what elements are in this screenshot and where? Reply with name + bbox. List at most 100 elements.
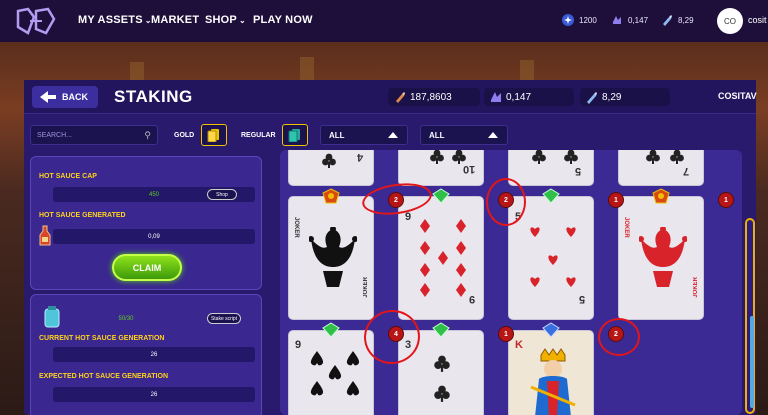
current-generation-bar: 26	[53, 347, 255, 362]
expected-generation-bar: 26	[53, 387, 255, 402]
nav-my-assets[interactable]: MY ASSETS ⌄	[78, 14, 152, 26]
header-username[interactable]: COSITAV	[718, 91, 757, 101]
card-tile-diamond[interactable]: 9 9	[398, 196, 484, 320]
card-tile[interactable]: 10	[398, 150, 484, 186]
header-stat-hot-sauce-bottle: 187,8603	[388, 88, 480, 106]
card-rank: 9	[295, 339, 302, 351]
annotation-circle	[598, 318, 640, 356]
stake-progress: 50/30	[118, 315, 134, 322]
back-button[interactable]: BACK	[32, 86, 98, 108]
card-rank: K	[515, 339, 523, 351]
heart-suit-icon	[530, 227, 576, 287]
card-rank: 9	[469, 293, 476, 305]
king-figure-icon	[530, 348, 576, 415]
card-tile[interactable]: 4	[288, 150, 374, 186]
crystal-icon	[491, 92, 501, 102]
spade-suit-icon	[310, 351, 360, 396]
shop-button[interactable]: Shop	[207, 189, 237, 200]
jester-hat-icon	[639, 227, 687, 287]
staked-cards-grid: 4 10 5 7 JOKER JOKER 9 9 5 5 JOKER JOKER…	[280, 150, 742, 415]
nav-stat-crystal: 0,147	[611, 14, 648, 26]
header-stat-hot-sauce: 8,29	[580, 88, 670, 106]
green-gem-icon	[542, 188, 560, 204]
card-tile-spade[interactable]: 9	[288, 330, 374, 415]
hot-sauce-icon	[587, 92, 597, 104]
brand-logo-icon[interactable]	[14, 7, 58, 35]
crest-gem-icon	[652, 188, 670, 204]
filter-select-2[interactable]: ALL	[420, 125, 508, 145]
crest-gem-icon	[322, 188, 340, 204]
hot-sauce-generated-label: HOT SAUCE GENERATED	[39, 212, 126, 219]
jester-hat-icon	[309, 227, 357, 287]
club-suit-icon	[434, 385, 450, 402]
nav-play-now[interactable]: PLAY NOW	[253, 14, 313, 26]
stake-script-icon	[44, 306, 60, 328]
nav-shop[interactable]: SHOP ⌄	[205, 14, 246, 26]
staking-panel: BACK STAKING 187,8603 0,147 8,29 COSITAV…	[24, 80, 757, 415]
filter-select-1[interactable]: ALL	[320, 125, 408, 145]
gold-filter-label: GOLD	[174, 132, 195, 139]
club-suit-icon	[430, 150, 444, 164]
nav-stat-tokens: 1200	[562, 14, 597, 26]
cards-scrollbar[interactable]	[744, 218, 756, 414]
hot-sauce-bottle-icon	[39, 225, 51, 246]
regular-filter-toggle[interactable]	[282, 124, 308, 146]
stake-script-button[interactable]: Stake script	[207, 313, 241, 324]
level-badge: 1	[718, 192, 734, 208]
level-badge: 1	[608, 192, 624, 208]
card-tile-king[interactable]: K	[508, 330, 594, 415]
club-suit-icon	[646, 150, 660, 164]
club-suit-icon	[434, 355, 450, 372]
card-rank: 5	[579, 293, 586, 305]
green-gem-icon	[432, 322, 450, 338]
page-title: STAKING	[114, 87, 193, 106]
hot-sauce-cap-label: HOT SAUCE CAP	[39, 173, 97, 180]
green-gem-icon	[322, 322, 340, 338]
gold-cards-icon	[207, 129, 219, 142]
nav-stat-hot-sauce: 8,29	[661, 14, 694, 26]
club-suit-icon	[670, 150, 684, 164]
claim-button[interactable]: CLAIM	[112, 254, 182, 281]
star-token-icon	[562, 14, 574, 26]
regular-cards-icon	[288, 129, 300, 142]
caret-up-icon	[388, 132, 398, 138]
panel-header: BACK STAKING 187,8603 0,147 8,29 COSITAV	[24, 80, 757, 114]
hot-sauce-icon	[663, 15, 672, 26]
club-suit-icon	[322, 153, 336, 168]
card-tile-joker-red[interactable]: JOKER JOKER	[618, 196, 704, 320]
chevron-down-icon: ⌄	[238, 16, 246, 25]
username[interactable]: cosit	[748, 15, 767, 25]
diamond-suit-icon	[420, 219, 466, 297]
gold-filter-toggle[interactable]	[201, 124, 227, 146]
caret-up-icon	[488, 132, 498, 138]
club-suit-icon	[564, 150, 578, 164]
search-icon[interactable]: ⚲	[144, 130, 151, 141]
card-rank: JOKER	[623, 217, 629, 238]
search-input[interactable]: SEARCH... ⚲	[30, 125, 158, 145]
level-badge: 1	[498, 326, 514, 342]
card-rank: 4	[357, 151, 364, 163]
card-rank: 5	[575, 165, 582, 177]
card-tile-joker-black[interactable]: JOKER JOKER	[288, 196, 374, 320]
card-rank: 10	[463, 163, 476, 175]
regular-filter-label: REGULAR	[241, 132, 276, 139]
green-gem-icon	[432, 188, 450, 204]
card-rank: JOKER	[363, 277, 369, 298]
expected-generation-label: EXPECTED HOT SAUCE GENERATION	[39, 373, 168, 380]
stake-card: 50/30 Stake script CURRENT HOT SAUCE GEN…	[30, 294, 262, 415]
card-rank: JOKER	[693, 277, 699, 298]
avatar[interactable]: CO	[717, 8, 743, 34]
scrollbar-track[interactable]	[745, 218, 755, 414]
card-tile[interactable]: 5	[508, 150, 594, 186]
card-rank: JOKER	[293, 217, 299, 238]
nav-market[interactable]: MARKET	[151, 14, 199, 26]
header-stat-crystal: 0,147	[484, 88, 574, 106]
hot-sauce-bottle-icon	[396, 92, 405, 103]
crystal-icon	[613, 16, 621, 24]
card-tile[interactable]: 7	[618, 150, 704, 186]
hot-sauce-generated-bar: 0,09	[53, 229, 255, 244]
current-generation-label: CURRENT HOT SAUCE GENERATION	[39, 335, 165, 342]
card-rank: 7	[683, 165, 690, 177]
scrollbar-thumb[interactable]	[750, 316, 754, 408]
blue-gem-icon	[542, 322, 560, 338]
